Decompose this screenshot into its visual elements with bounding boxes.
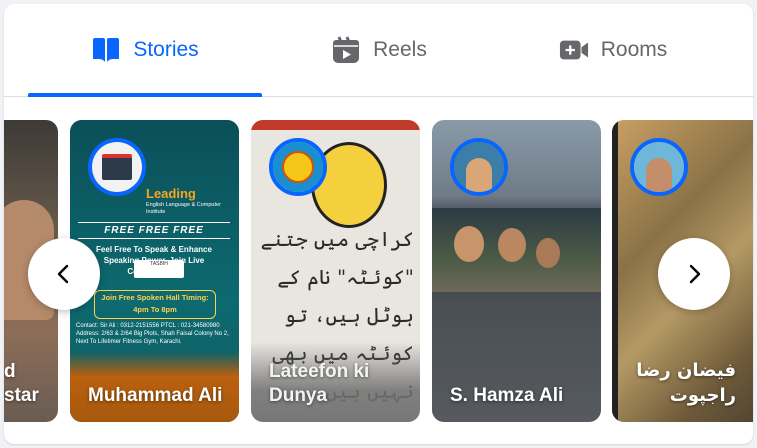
tab-stories[interactable]: Stories <box>28 4 262 97</box>
poster-contact-line: Contact: Sir Ali : 0312-2151556 PTCL : 0… <box>76 323 220 329</box>
tab-reels[interactable]: Reels <box>262 4 496 96</box>
active-tab-indicator <box>28 93 262 97</box>
story-author-name: d star <box>4 361 39 406</box>
story-author-name: فیضان رضا راجپوت <box>636 360 736 406</box>
chevron-right-icon <box>689 264 701 284</box>
next-button[interactable] <box>658 238 730 310</box>
story-author-name: S. Hamza Ali <box>450 385 564 406</box>
tab-bar: Stories Reels Rooms <box>4 4 753 97</box>
story-card-4[interactable]: S. Hamza Ali <box>432 120 601 422</box>
tab-stories-label: Stories <box>133 38 199 61</box>
poster-address-line: Address: 2/63 & 2/64 Big Plots, Shah Fai… <box>76 331 229 345</box>
avatar <box>88 138 146 196</box>
story-card-3[interactable]: کراچی میں جتنے "کوئٹہ" نام کے ہوٹل ہیں، … <box>251 120 420 422</box>
reels-icon <box>331 35 361 65</box>
poster-heading: Leading <box>146 186 196 201</box>
poster-contact: Contact: Sir Ali : 0312-2151556 PTCL : 0… <box>76 322 236 346</box>
poster-subtitle: English Language & Computer Institute <box>146 202 221 215</box>
story-author-name: Muhammad Ali <box>88 385 223 406</box>
tab-reels-label: Reels <box>373 38 427 61</box>
tab-rooms-label: Rooms <box>600 38 668 61</box>
story-author-name: Lateefon ki Dunya <box>269 361 370 406</box>
avatar <box>269 138 327 196</box>
poster-badge: TASBIH <box>134 260 184 278</box>
stories-strip: d star Leading English Language & Comput… <box>4 120 753 422</box>
stories-card: Stories Reels Rooms d star Leading Engli… <box>4 4 753 444</box>
story-image <box>432 208 601 292</box>
poster-free-banner: FREE FREE FREE <box>78 222 230 239</box>
avatar <box>630 138 688 196</box>
video-camera-icon <box>559 35 589 65</box>
book-icon <box>91 35 121 65</box>
previous-button[interactable] <box>28 238 100 310</box>
tab-rooms[interactable]: Rooms <box>496 4 730 96</box>
chevron-left-icon <box>57 264 69 284</box>
poster-join-box: Join Free Spoken Hall Timing: 4pm To 8pm <box>94 290 216 319</box>
avatar <box>450 138 508 196</box>
